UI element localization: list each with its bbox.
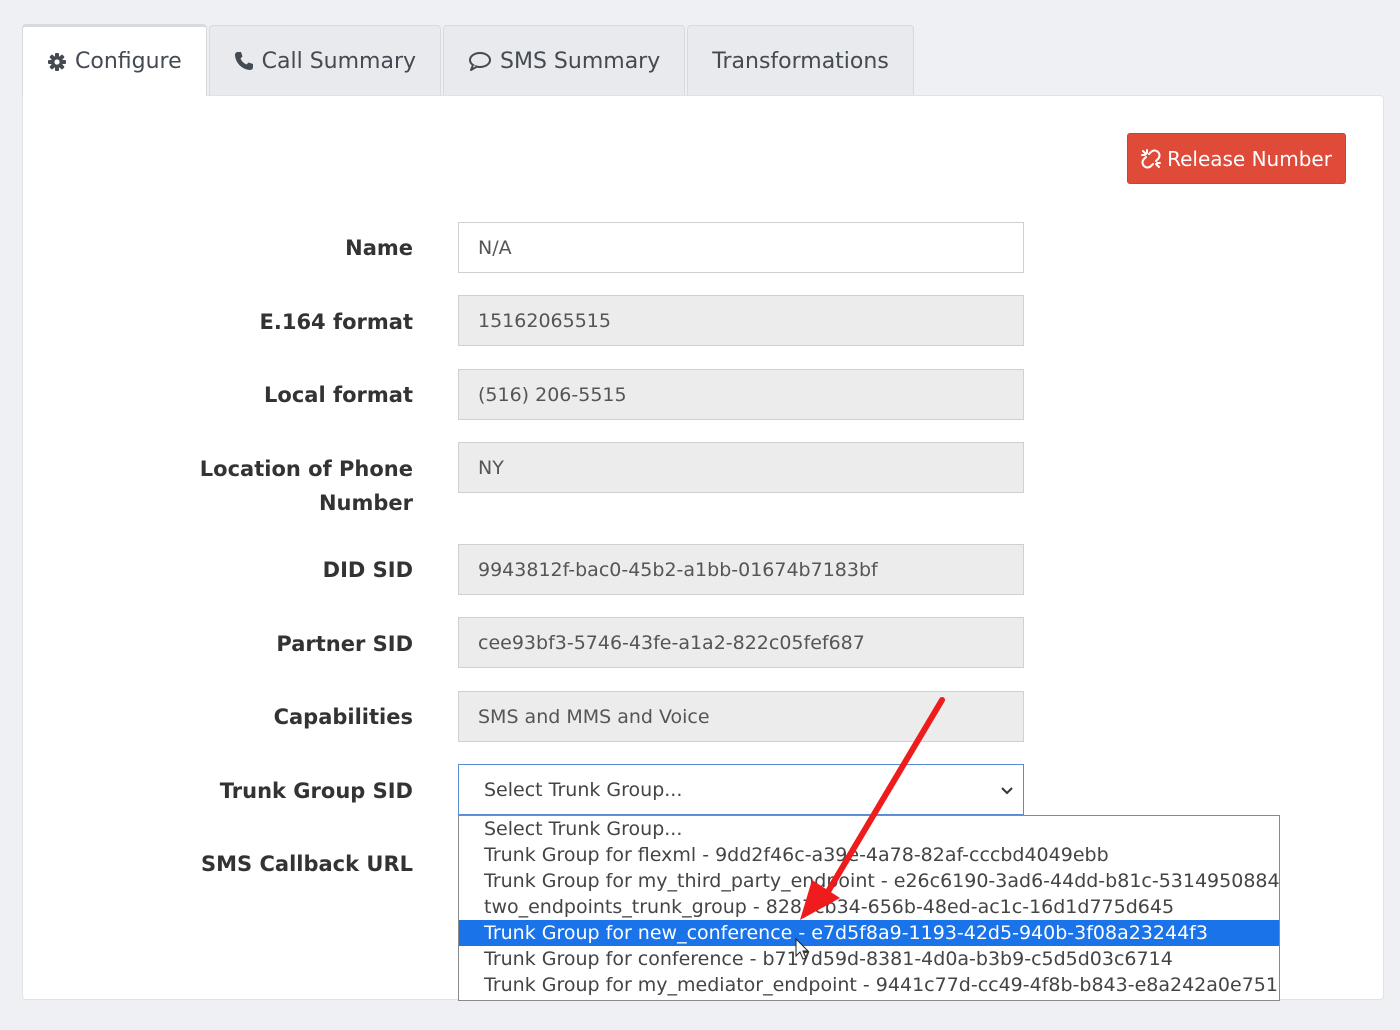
chevron-down-icon <box>999 781 1015 803</box>
trunk-group-selected-value: Select Trunk Group... <box>484 778 683 801</box>
name-input[interactable]: N/A <box>458 222 1024 273</box>
phone-icon <box>234 51 254 71</box>
dropdown-option-highlighted[interactable]: Trunk Group for new_conference - e7d5f8a… <box>459 920 1279 946</box>
tab-sms-summary[interactable]: SMS Summary <box>443 25 686 96</box>
e164-field: 15162065515 <box>458 295 1024 346</box>
location-label: Location of Phone Number <box>200 452 413 520</box>
trunk-group-select[interactable]: Select Trunk Group... <box>458 764 1024 815</box>
tab-bar: Configure Call Summary SMS Summary Trans… <box>22 24 916 96</box>
dropdown-option[interactable]: Select Trunk Group... <box>459 816 1279 842</box>
tab-label: Call Summary <box>261 48 417 74</box>
tab-label: SMS Summary <box>500 48 661 74</box>
dropdown-option[interactable]: Trunk Group for conference - b717d59d-83… <box>459 946 1279 972</box>
capabilities-field: SMS and MMS and Voice <box>458 691 1024 742</box>
tab-call-summary[interactable]: Call Summary <box>208 25 442 96</box>
local-format-label: Local format <box>264 383 413 407</box>
tab-label: Configure <box>75 49 182 74</box>
tab-configure[interactable]: Configure <box>22 24 207 96</box>
location-field: NY <box>458 442 1024 493</box>
did-sid-label: DID SID <box>322 558 413 582</box>
location-label-line1: Location of Phone <box>199 457 413 481</box>
name-label: Name <box>345 236 413 260</box>
dropdown-option[interactable]: Trunk Group for my_third_party_endpoint … <box>459 868 1279 894</box>
gear-icon <box>47 52 67 72</box>
did-sid-field: 9943812f-bac0-45b2-a1bb-01674b7183bf <box>458 544 1024 595</box>
capabilities-label: Capabilities <box>273 705 413 729</box>
release-number-button[interactable]: Release Number <box>1127 133 1346 184</box>
chat-bubble-icon <box>468 51 492 71</box>
release-number-label: Release Number <box>1167 146 1332 171</box>
tab-transformations[interactable]: Transformations <box>687 25 914 96</box>
location-label-line2: Number <box>318 491 413 515</box>
trunk-group-sid-label: Trunk Group SID <box>219 779 413 803</box>
partner-sid-label: Partner SID <box>276 632 413 656</box>
dropdown-option[interactable]: Trunk Group for flexml - 9dd2f46c-a39e-4… <box>459 842 1279 868</box>
trunk-group-dropdown-list: Select Trunk Group... Trunk Group for fl… <box>458 815 1280 1001</box>
local-format-field: (516) 206-5515 <box>458 369 1024 420</box>
dropdown-option[interactable]: two_endpoints_trunk_group - 8287cb34-656… <box>459 894 1279 920</box>
sms-callback-url-label: SMS Callback URL <box>201 852 413 876</box>
partner-sid-field: cee93bf3-5746-43fe-a1a2-822c05fef687 <box>458 617 1024 668</box>
tab-label: Transformations <box>712 48 889 74</box>
e164-label: E.164 format <box>259 310 413 334</box>
dropdown-option[interactable]: Trunk Group for my_mediator_endpoint - 9… <box>459 972 1279 998</box>
broken-link-icon <box>1141 148 1162 169</box>
